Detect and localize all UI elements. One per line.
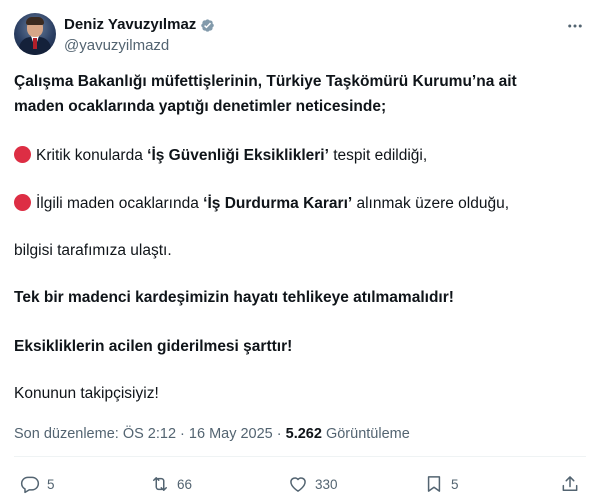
critical-prefix: Kritik konularda [36,147,148,164]
more-options-icon[interactable] [566,17,584,35]
stop-bold: ‘İş Durdurma Kararı’ [203,195,353,212]
views-label: Görüntüleme [321,426,410,442]
author-name-row[interactable]: Deniz Yavuzyılmaz [64,16,216,34]
divider [14,456,586,457]
tweet-meta: Son düzenleme: ÖS 2:12 · 16 May 2025 · 5… [14,426,410,442]
verified-badge-icon [201,18,215,32]
bookmark-count: 5 [451,476,459,492]
tweet-paragraph-demand: Eksikliklerin acilen giderilmesi şarttır… [14,338,293,355]
like-button[interactable]: 330 [288,474,338,494]
tweet-paragraph-stop-work: İlgili maden ocaklarında ‘İş Durdurma Ka… [14,193,509,215]
tweet-header: Deniz Yavuzyılmaz @yavuzyilmazd [14,13,584,59]
reply-icon [20,476,40,494]
tweet-paragraph-info: bilgisi tarafımıza ulaştı. [14,242,172,259]
tweet-paragraph-critical: Kritik konularda ‘İş Güvenliği Eksiklikl… [14,145,427,167]
share-icon [562,476,578,491]
reply-button[interactable]: 5 [20,474,55,494]
repost-count: 66 [177,476,193,492]
edited-timestamp[interactable]: Son düzenleme: ÖS 2:12 · 16 May 2025 · [14,426,286,442]
heart-icon [290,477,306,492]
author-handle[interactable]: @yavuzyilmazd [64,37,169,55]
repost-icon [153,477,167,491]
share-button[interactable] [560,474,587,494]
avatar[interactable] [14,13,56,55]
stop-prefix: İlgili maden ocaklarında [36,195,204,212]
critical-suffix: tespit edildiği, [328,147,428,164]
like-count: 330 [315,476,338,492]
tweet-line-2: maden ocaklarında yaptığı denetimler net… [14,98,387,115]
stop-suffix: alınmak üzere olduğu, [352,195,510,212]
critical-bold: ‘İş Güvenliği Eksiklikleri’ [147,147,329,164]
views-count: 5.262 [285,426,322,442]
bookmark-button[interactable]: 5 [424,474,459,494]
red-circle-icon [14,194,31,211]
tweet-line-1: Çalışma Bakanlığı müfettişlerinin, Türki… [14,73,517,90]
tweet-paragraph-followup: Konunun takipçisiyiz! [14,385,159,402]
reply-count: 5 [47,476,55,492]
author-display-name[interactable]: Deniz Yavuzyılmaz [64,16,196,34]
bookmark-icon [427,476,441,492]
action-bar: 5 66 330 5 [14,474,586,498]
red-circle-icon [14,146,31,163]
repost-button[interactable]: 66 [150,474,192,494]
tweet-paragraph-warning: Tek bir madenci kardeşimizin hayatı tehl… [14,289,454,306]
